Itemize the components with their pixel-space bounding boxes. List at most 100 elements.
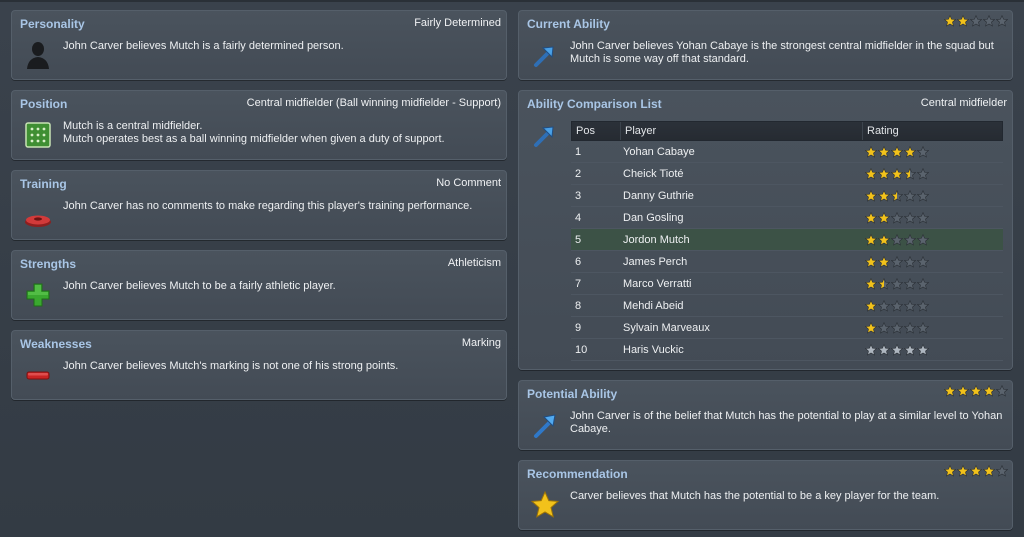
row-pos: 2	[575, 167, 582, 180]
star-half-icon	[878, 277, 890, 290]
table-body: 1 Yohan Cabaye 2 Cheick Tioté 3 Danny Guthrie…	[571, 141, 1003, 361]
strengths-text: John Carver believes Mutch to be a fairl…	[63, 280, 336, 292]
personality-value: Fairly Determined	[414, 17, 501, 29]
position-text-line2: Mutch operates best as a ball winning mi…	[63, 133, 445, 145]
star-full-icon	[904, 145, 916, 158]
row-rating	[861, 211, 1003, 224]
table-row[interactable]: 6 James Perch	[571, 251, 1003, 273]
plus-icon	[26, 283, 50, 307]
row-pos: 10	[575, 343, 588, 356]
row-player-name[interactable]: James Perch	[619, 256, 861, 268]
star-grey-icon	[865, 343, 877, 356]
star-full-icon	[865, 299, 877, 312]
star-full-icon	[865, 167, 877, 180]
header-player[interactable]: Player	[620, 122, 862, 140]
star-empty-icon	[917, 255, 929, 268]
row-pos: 9	[575, 321, 582, 334]
header-pos[interactable]: Pos	[572, 122, 620, 140]
row-rating	[861, 277, 1003, 290]
row-player-name[interactable]: Dan Gosling	[619, 212, 861, 224]
star-full-icon	[865, 277, 877, 290]
position-text: Mutch is a central midfielder. Mutch ope…	[63, 120, 498, 146]
table-row[interactable]: 2 Cheick Tioté	[571, 163, 1003, 185]
row-player-name[interactable]: Cheick Tioté	[619, 168, 861, 180]
potential-ability-panel: Potential Ability John Carver is of the …	[518, 380, 1013, 450]
star-empty-icon	[878, 321, 890, 334]
current-ability-panel: Current Ability John Carver believes Yoh…	[518, 10, 1013, 80]
training-cone-icon	[25, 215, 51, 227]
recommendation-panel: Recommendation Carver believes that Mutc…	[518, 460, 1013, 530]
star-empty-icon	[904, 211, 916, 224]
star-empty-icon	[904, 233, 916, 246]
star-empty-icon	[970, 15, 982, 27]
row-pos: 4	[575, 211, 582, 224]
star-empty-icon	[983, 15, 995, 27]
star-empty-icon	[891, 321, 903, 334]
strengths-value: Athleticism	[447, 257, 501, 269]
row-player-name[interactable]: Jordon Mutch	[619, 234, 861, 246]
row-rating	[861, 145, 1003, 158]
row-rating	[861, 233, 1003, 246]
star-full-icon	[957, 385, 969, 397]
current-ability-text: John Carver believes Yohan Cabaye is the…	[570, 40, 1004, 66]
arrow-icon	[534, 126, 554, 147]
comparison-title: Ability Comparison List	[527, 97, 662, 111]
table-row[interactable]: 10 Haris Vuckic	[571, 339, 1003, 361]
position-title: Position	[20, 97, 68, 111]
star-empty-icon	[917, 321, 929, 334]
weaknesses-title: Weaknesses	[20, 337, 92, 351]
star-empty-icon	[917, 299, 929, 312]
table-row[interactable]: 5 Jordon Mutch	[571, 229, 1003, 251]
table-row[interactable]: 4 Dan Gosling	[571, 207, 1003, 229]
weaknesses-panel: Weaknesses Marking John Carver believes …	[11, 330, 507, 400]
star-empty-icon	[917, 277, 929, 290]
star-full-icon	[878, 167, 890, 180]
star-full-icon	[944, 15, 956, 27]
star-full-icon	[878, 211, 890, 224]
row-player-name[interactable]: Haris Vuckic	[619, 344, 861, 356]
table-row[interactable]: 1 Yohan Cabaye	[571, 141, 1003, 163]
recommendation-stars	[944, 465, 1008, 477]
header-rating[interactable]: Rating	[862, 122, 1002, 140]
row-player-name[interactable]: Marco Verratti	[619, 278, 861, 290]
star-full-icon	[944, 385, 956, 397]
weaknesses-text: John Carver believes Mutch's marking is …	[63, 360, 399, 372]
star-empty-icon	[891, 277, 903, 290]
star-full-icon	[865, 321, 877, 334]
star-half-icon	[904, 167, 916, 180]
table-row[interactable]: 9 Sylvain Marveaux	[571, 317, 1003, 339]
star-full-icon	[983, 465, 995, 477]
star-full-icon	[878, 145, 890, 158]
row-pos: 7	[575, 277, 582, 290]
star-full-icon	[865, 145, 877, 158]
star-grey-icon	[878, 343, 890, 356]
star-empty-icon	[904, 321, 916, 334]
row-player-name[interactable]: Sylvain Marveaux	[619, 322, 861, 334]
star-empty-icon	[891, 299, 903, 312]
row-rating	[861, 167, 1003, 180]
star-grey-icon	[917, 343, 929, 356]
star-full-icon	[957, 465, 969, 477]
current-ability-text-line2: Mutch is some way off that standard.	[570, 53, 749, 65]
row-pos: 8	[575, 299, 582, 312]
star-full-icon	[865, 233, 877, 246]
current-ability-stars	[944, 15, 1008, 27]
training-panel: Training No Comment John Carver has no c…	[11, 170, 507, 240]
training-title: Training	[20, 177, 67, 191]
comparison-table: Pos Player Rating 1 Yohan Cabaye 2 Cheick T…	[571, 121, 1003, 361]
row-player-name[interactable]: Danny Guthrie	[619, 190, 861, 202]
row-player-name[interactable]: Mehdi Abeid	[619, 300, 861, 312]
star-empty-icon	[904, 299, 916, 312]
minus-icon	[26, 371, 50, 380]
potential-ability-text-line2: Cabaye.	[570, 423, 611, 435]
row-pos: 5	[575, 233, 582, 246]
table-row[interactable]: 7 Marco Verratti	[571, 273, 1003, 295]
star-full-icon	[865, 189, 877, 202]
table-row[interactable]: 8 Mehdi Abeid	[571, 295, 1003, 317]
row-rating	[861, 299, 1003, 312]
star-grey-icon	[904, 343, 916, 356]
star-empty-icon	[891, 211, 903, 224]
star-empty-icon	[996, 15, 1008, 27]
row-player-name[interactable]: Yohan Cabaye	[619, 146, 861, 158]
table-row[interactable]: 3 Danny Guthrie	[571, 185, 1003, 207]
